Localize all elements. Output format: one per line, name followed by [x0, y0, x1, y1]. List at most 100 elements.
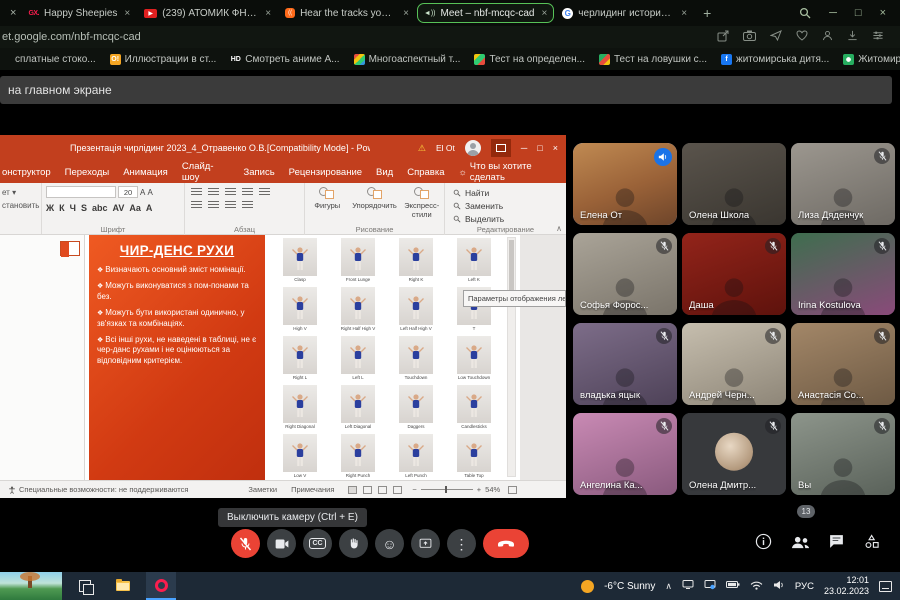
browser-tab[interactable]: G черлидинг история - Пои... × [556, 3, 693, 23]
ppt-close-button[interactable]: × [553, 143, 558, 153]
normal-view-icon[interactable] [348, 486, 357, 494]
participant-tile[interactable]: Олена Школа [682, 143, 786, 225]
notification-center-icon[interactable] [879, 581, 892, 592]
heart-bookmark-icon[interactable] [796, 30, 808, 44]
participant-tile[interactable]: Олена Дмитр... [682, 413, 786, 495]
raise-hand-button[interactable] [339, 529, 368, 558]
participant-tile[interactable]: Даша [682, 233, 786, 315]
url-text[interactable]: et.google.com/nbf-mcqc-cad [2, 31, 141, 43]
mic-toggle-button[interactable] [231, 529, 260, 558]
bookmark-item[interactable]: Многоаспектный т... [354, 54, 461, 65]
browser-banner[interactable]: на главном экране [0, 76, 892, 104]
task-view-button[interactable] [70, 572, 100, 600]
font-style-button[interactable]: Aa [129, 203, 141, 213]
captions-button[interactable]: CC [303, 529, 332, 558]
reactions-button[interactable]: ☺ [375, 529, 404, 558]
editing-button[interactable]: Заменить [453, 199, 562, 212]
stub-line2[interactable]: становить [2, 200, 39, 213]
drawing-button[interactable]: Экспресс-стили [404, 187, 441, 219]
participant-tile[interactable]: Ангелина Ка... [573, 413, 677, 495]
zoom-percentage[interactable]: 54% [485, 485, 500, 494]
participant-tile[interactable]: Лиза Дяденчук [791, 143, 895, 225]
present-button[interactable] [411, 529, 440, 558]
ppt-ribbon-tab[interactable]: Рецензирование [289, 167, 362, 178]
bookmark-item[interactable]: сплатные стоко... [0, 54, 96, 65]
font-style-button[interactable]: abc [92, 203, 108, 213]
drawing-button[interactable]: Фигуры [309, 187, 346, 210]
ppt-ribbon-tab[interactable]: Вид [376, 167, 393, 178]
bookmark-item[interactable]: Житомирська дитя... [843, 54, 900, 65]
font-style-button[interactable]: S [81, 203, 87, 213]
bookmark-item[interactable]: O! Иллюстрации в ст... [110, 54, 217, 65]
opera-gx-taskbar-button[interactable] [146, 572, 176, 600]
editing-button[interactable]: Выделить [453, 212, 562, 225]
bookmark-item[interactable]: HD Смотреть аниме А... [230, 54, 339, 65]
alignment-buttons[interactable] [191, 201, 300, 209]
font-size-combobox[interactable]: 20 [118, 186, 138, 198]
tab-close-icon[interactable]: × [403, 8, 409, 19]
window-maximize-button[interactable]: □ [855, 7, 862, 19]
tab-close-icon[interactable]: × [265, 8, 271, 19]
bookmark-item[interactable]: Тест на ловушки с... [599, 54, 707, 65]
browser-tab[interactable]: ◄)) Meet – nbf-mcqc-cad × [417, 3, 554, 23]
end-call-button[interactable] [483, 529, 529, 558]
tab-close-icon[interactable]: × [124, 8, 130, 19]
new-tab-button[interactable]: + [703, 5, 711, 21]
ppt-account-avatar[interactable] [465, 140, 481, 156]
offscreen-tab-close-icon[interactable]: × [10, 7, 16, 19]
drawing-button[interactable]: Упорядочить [354, 187, 396, 210]
send-to-device-icon[interactable] [770, 30, 782, 44]
window-close-button[interactable]: × [880, 7, 886, 19]
ppt-ribbon-tab[interactable]: Анимация [123, 167, 168, 178]
ribbon-display-options-button[interactable] [491, 139, 511, 157]
browser-tab[interactable]: (( Hear the tracks you've liked × [279, 3, 415, 23]
weather-widget-image[interactable] [0, 572, 62, 600]
collapse-ribbon-icon[interactable]: ∧ [556, 224, 562, 233]
language-indicator[interactable]: РУС [795, 581, 814, 592]
file-explorer-button[interactable] [108, 572, 138, 600]
downloads-icon[interactable] [847, 30, 858, 44]
ppt-ribbon-tab[interactable]: Слайд-шоу [182, 161, 230, 183]
tab-close-icon[interactable]: × [541, 8, 547, 19]
zoom-slider[interactable]: −+ [412, 485, 481, 494]
ppt-restore-button[interactable]: □ [537, 143, 542, 153]
slide-thumbnails-panel[interactable] [0, 235, 85, 480]
address-bar[interactable]: et.google.com/nbf-mcqc-cad [0, 26, 900, 48]
tray-display-icon[interactable] [704, 579, 716, 593]
comments-button[interactable]: Примечания [291, 485, 334, 494]
participant-tile[interactable]: Irina Kostulova [791, 233, 895, 315]
ppt-minimize-button[interactable]: ─ [521, 143, 527, 153]
font-style-button[interactable]: К [59, 203, 65, 213]
accessibility-status[interactable]: Специальные возможности: не поддерживают… [19, 485, 188, 494]
font-style-button[interactable]: AV [113, 203, 125, 213]
font-style-button[interactable]: Ч [70, 203, 76, 213]
activities-button[interactable] [863, 533, 881, 555]
window-minimize-button[interactable]: ─ [829, 7, 837, 19]
slideshow-view-icon[interactable] [393, 486, 402, 494]
people-panel-button[interactable] [790, 534, 810, 555]
settings-sliders-icon[interactable] [872, 30, 884, 44]
camera-toggle-button[interactable] [267, 529, 296, 558]
more-options-button[interactable]: ⋮ [447, 529, 476, 558]
participant-tile[interactable]: владька яцык [573, 323, 677, 405]
participant-tile[interactable]: Елена От [573, 143, 677, 225]
font-style-button[interactable]: А [146, 203, 153, 213]
chat-panel-button[interactable] [828, 533, 845, 555]
font-style-button[interactable]: Ж [46, 203, 54, 213]
font-name-combobox[interactable] [46, 186, 116, 198]
participant-tile[interactable]: Вы [791, 413, 895, 495]
meeting-details-button[interactable] [755, 533, 772, 555]
taskbar-clock[interactable]: 12:01 23.02.2023 [824, 575, 869, 597]
participant-tile[interactable]: Софья Форос... [573, 233, 677, 315]
ppt-account-name[interactable]: El Ot [436, 143, 455, 153]
participant-tile[interactable]: Андрей Черн... [682, 323, 786, 405]
fit-to-window-icon[interactable] [508, 486, 517, 494]
weather-text[interactable]: -6°C Sunny [604, 581, 655, 592]
notes-button[interactable]: Заметки [248, 485, 277, 494]
grow-shrink-font-buttons[interactable]: А А [140, 188, 153, 197]
participant-tile[interactable]: Анастасія Со... [791, 323, 895, 405]
slide-scrollbar[interactable] [507, 237, 516, 477]
tab-close-icon[interactable]: × [681, 8, 687, 19]
ppt-ribbon-tab[interactable]: Запись [244, 167, 275, 178]
bookmark-item[interactable]: f житомирська дитя... [721, 54, 829, 65]
